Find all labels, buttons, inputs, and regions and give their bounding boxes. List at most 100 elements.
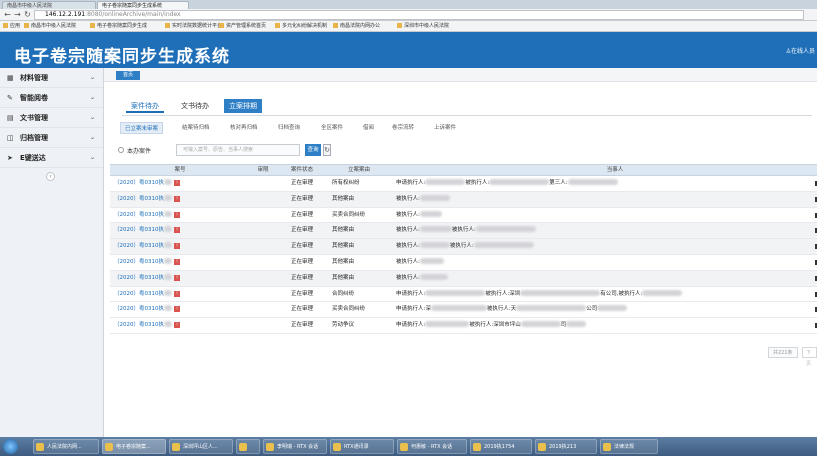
tab-document-todo[interactable]: 文书待办 [176,99,214,113]
redacted-text [419,210,442,217]
table-row[interactable]: （2020）粤0310执! 正在审理 买卖合同纠纷 申请执行人:深 被执行人:天 公司 [110,302,817,319]
chevron-down-icon: ⌄ [89,94,95,101]
case-number-link[interactable]: （2020）粤0310执! [114,287,194,302]
table-row[interactable]: （2020）粤0310执! 正在审理 其他案由 被执行人: 被执行人: [110,239,817,255]
filter-row: 本办案件 可输入案号、原告、当事人搜索 查询 ↻ [112,142,812,160]
redacted-text [419,257,444,264]
case-number-link[interactable]: （2020）粤0310执! [114,271,194,286]
sidebar-item-smart-reading[interactable]: ✎ 智能阅卷 ⌄ [0,88,103,108]
taskbar-item[interactable]: 电子卷宗随案... [102,439,166,454]
taskbar-item[interactable] [236,439,260,454]
start-button[interactable] [3,439,18,454]
tab-case-todo[interactable]: 案件待办 [126,99,164,113]
column-header-deadline[interactable]: 审限 [248,165,278,176]
table-row[interactable]: （2020）粤0310执! 正在审理 其他案由 被执行人: 被执行人: [110,223,817,240]
subtab-pending[interactable]: 已立案未审案 [120,122,164,134]
taskbar-item[interactable]: 李明瑞 - RTX 会话 [263,439,327,454]
case-number-link[interactable]: （2020）粤0310执! [114,255,194,270]
bookmark-item[interactable]: 实时法院数据统计平台 [165,23,222,30]
case-status: 正在审理 [290,180,313,186]
case-number: （2020）粤0310执 [114,195,164,202]
bookmark-item[interactable]: 南昌市中级人民法院 [24,23,76,30]
case-number-link[interactable]: （2020）粤0310执! [114,318,194,333]
back-icon[interactable]: ← [3,10,12,19]
search-input[interactable]: 可输入案号、原告、当事人搜索 [176,144,300,156]
sidebar-item-e-delivery[interactable]: ➤ E键送达 ⌄ [0,148,103,168]
redacted-text [566,321,587,328]
redacted-text [164,289,172,296]
online-user-link[interactable]: ♙在线人员 [786,46,815,55]
case-number: （2020）粤0310执 [114,243,164,250]
table-row[interactable]: （2020）粤0310执! 正在审理 劳动争议 申请执行人: 被执行人:深圳市坪山司 [110,318,817,334]
bookmark-item[interactable]: 资产管理系统首页 [219,23,266,30]
browser-tab[interactable]: 南昌市中级人民法院 [2,1,96,9]
redacted-text [642,289,683,296]
case-number-link[interactable]: （2020）粤0310执! [114,192,194,207]
subtab-all-cases[interactable]: 全区案件 [317,122,347,134]
taskbar-item[interactable]: 2019执213 [535,439,597,454]
browser-tab-active[interactable]: 电子卷宗随案同步生成系统 [97,1,189,9]
pager-next[interactable]: 下页 [802,347,817,367]
bookmark-item[interactable]: 深圳市中级人民法院 [397,23,449,30]
flag-icon: ! [174,290,180,297]
table-row[interactable]: （2020）粤0310执! 正在审理 买卖合同纠纷 被执行人: [110,208,817,224]
case-number-link[interactable]: （2020）粤0310执! [114,176,194,191]
sidebar-item-documents[interactable]: ▤ 文书管理 ⌄ [0,108,103,128]
case-number: （2020）粤0310执 [114,290,164,297]
bookmark-item[interactable]: 南昌法院内网办公 [333,23,380,30]
table-row[interactable]: （2020）粤0310执! 正在审理 其他案由 被执行人: [110,191,817,208]
subtab-recheck[interactable]: 核对再归档 [226,122,262,134]
table-row[interactable]: （2020）粤0310执! 正在审理 其他案由 被执行人: [110,255,817,271]
taskbar-item[interactable]: 2019执1754 [470,439,532,454]
case-status: 正在审理 [290,290,313,297]
table-row[interactable]: （2020）粤0310执! 正在审理 所有权纠纷 申请执行人: 被执行人: 第三人: [110,176,817,192]
url-field[interactable]: 146.12.2.191:8080/onlineArchive/main/ind… [34,10,804,20]
column-header-cause[interactable]: 立案案由 [324,165,394,176]
taskbar-item[interactable]: 何惠敏 - RTX 会话 [397,439,467,454]
subtab-closed-to-archive[interactable]: 结案待归档 [178,122,214,134]
taskbar-item-label: 2019执1754 [484,444,515,450]
column-header-status[interactable]: 案件状态 [280,165,324,176]
table-row[interactable]: （2020）粤0310执! 正在审理 其他案由 被执行人: [110,270,817,287]
redacted-text [489,179,550,185]
reload-icon[interactable]: ↻ [23,10,32,19]
subtab-appeal[interactable]: 上诉案件 [430,122,460,134]
subtab-borrow[interactable]: 借阅 [359,122,378,134]
taskbar-item[interactable]: 法律法规 [600,439,658,454]
case-number-link[interactable]: （2020）粤0310执! [114,302,194,317]
case-cause: 其他案由 [332,243,355,250]
own-cases-radio[interactable] [118,147,124,153]
tab-filing-schedule[interactable]: 立案排期 [224,99,262,113]
refresh-icon[interactable]: ↻ [323,144,331,156]
case-number-link[interactable]: （2020）粤0310执! [114,223,194,238]
redacted-text [419,273,448,280]
subtab-circulation[interactable]: 卷宗流转 [388,122,418,134]
sidebar-item-archive[interactable]: ◫ 归档管理 ⌄ [0,128,103,148]
case-number-link[interactable]: （2020）粤0310执! [114,208,194,223]
subtab-archive-query[interactable]: 归档查询 [274,122,304,134]
app-icon [400,443,408,451]
taskbar-item-label: 李明瑞 - RTX 会话 [277,444,319,450]
case-status: 正在审理 [290,227,313,234]
bookmark-item[interactable]: 多元化纠纷解决机制 [275,23,327,30]
sidebar-item-material[interactable]: ▦ 材料管理 ⌄ [0,68,103,88]
sidebar-collapse-icon[interactable]: ‹ [46,172,55,181]
case-parties: 被执行人: 被执行人: [396,239,814,254]
bookmark-item[interactable]: 应用 [3,23,20,30]
forward-icon[interactable]: → [13,10,22,19]
column-header-parties[interactable]: 当事人 [410,165,817,176]
document-icon: ▤ [7,114,14,122]
search-button[interactable]: 查询 [305,144,321,156]
case-number-link[interactable]: （2020）粤0310执! [114,239,194,254]
flag-icon: ! [174,322,180,329]
table-row[interactable]: （2020）粤0310执! 正在审理 合同纠纷 申请执行人: 被执行人:深圳 有公司,被执… [110,287,817,303]
case-number: （2020）粤0310执 [114,180,164,186]
taskbar-item[interactable]: RTX通讯录 [330,439,394,454]
column-header-case-no[interactable]: 案号 [150,165,210,176]
app-header: 电子卷宗随案同步生成系统 ♙在线人员 [0,32,817,68]
taskbar-item[interactable]: 深圳坪山区人... [169,439,233,454]
bookmark-item[interactable]: 电子卷宗随案同步生成 [90,23,147,30]
taskbar-item[interactable]: 人民法院内网... [33,439,99,454]
breadcrumb-home[interactable]: 首页 [116,71,141,80]
case-status: 正在审理 [290,274,313,281]
